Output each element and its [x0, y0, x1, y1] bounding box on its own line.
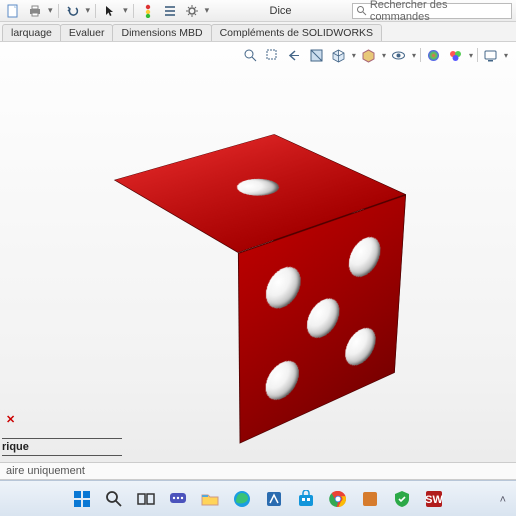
dropdown-caret[interactable]: ▾ [205, 5, 210, 16]
panel-label: rique [2, 438, 122, 456]
heads-up-toolbar: ▾ ▾ ▾ ▾ ▾ [242, 46, 508, 64]
ribbon-tabs: larquage Evaluer Dimensions MBD Compléme… [0, 22, 516, 42]
model-dice[interactable] [158, 179, 358, 379]
taskbar-app-explorer[interactable] [197, 486, 223, 512]
start-button[interactable] [69, 486, 95, 512]
system-tray-expand[interactable]: ˄ [500, 494, 506, 506]
status-bar: aire uniquement [0, 462, 516, 480]
dropdown-caret[interactable]: ▾ [352, 51, 356, 60]
options-list-button[interactable] [161, 2, 179, 20]
separator [95, 4, 96, 18]
rebuild-button[interactable] [139, 2, 157, 20]
taskbar-app-chat[interactable] [165, 486, 191, 512]
taskbar-app-chrome[interactable] [325, 486, 351, 512]
taskbar-app-misc[interactable] [357, 486, 383, 512]
taskbar-app-edge[interactable] [229, 486, 255, 512]
dropdown-caret[interactable]: ▾ [504, 51, 508, 60]
dropdown-caret[interactable]: ▾ [86, 5, 91, 16]
separator [477, 48, 478, 62]
select-tool[interactable] [101, 2, 119, 20]
zoom-fit-button[interactable] [242, 46, 260, 64]
solidworks-app: ▾ ▾ ▾ ▾ Dice Rechercher des commandes la… [0, 0, 516, 516]
dropdown-caret[interactable]: ▾ [382, 51, 386, 60]
dice-cube [172, 163, 336, 397]
taskbar-app-generic[interactable] [261, 486, 287, 512]
separator [420, 48, 421, 62]
tab-evaluer[interactable]: Evaluer [60, 24, 114, 41]
windows-taskbar: SW [0, 480, 516, 516]
view-settings-button[interactable] [482, 46, 500, 64]
search-placeholder: Rechercher des commandes [370, 0, 508, 23]
graphics-viewport[interactable]: ▾ ▾ ▾ ▾ ▾ [0, 42, 516, 516]
settings-gear-button[interactable] [183, 2, 201, 20]
tab-complements[interactable]: Compléments de SOLIDWORKS [211, 24, 382, 41]
tab-dimensions-mbd[interactable]: Dimensions MBD [112, 24, 211, 41]
new-file-button[interactable] [4, 2, 22, 20]
taskbar-app-security[interactable] [389, 486, 415, 512]
title-bar: ▾ ▾ ▾ ▾ Dice Rechercher des commandes [0, 0, 516, 22]
dropdown-caret[interactable]: ▾ [123, 5, 128, 16]
task-view-button[interactable] [133, 486, 159, 512]
apply-scene-button[interactable] [447, 46, 465, 64]
separator [58, 4, 59, 18]
search-taskbar-button[interactable] [101, 486, 127, 512]
taskbar-app-solidworks[interactable]: SW [421, 486, 447, 512]
svg-text:SW: SW [425, 494, 443, 506]
print-button[interactable] [26, 2, 44, 20]
dropdown-caret[interactable]: ▾ [469, 51, 473, 60]
previous-view-button[interactable] [286, 46, 304, 64]
close-icon[interactable]: ✕ [6, 414, 15, 426]
view-orientation-button[interactable] [330, 46, 348, 64]
tab-marquage[interactable]: larquage [2, 24, 61, 41]
zoom-area-button[interactable] [264, 46, 282, 64]
dropdown-caret[interactable]: ▾ [412, 51, 416, 60]
separator [133, 4, 134, 18]
document-title: Dice [213, 5, 348, 17]
display-style-button[interactable] [360, 46, 378, 64]
status-mode: aire uniquement [6, 465, 85, 477]
dropdown-caret[interactable]: ▾ [48, 5, 53, 16]
undo-button[interactable] [64, 2, 82, 20]
edit-appearance-button[interactable] [425, 46, 443, 64]
section-view-button[interactable] [308, 46, 326, 64]
taskbar-app-store[interactable] [293, 486, 319, 512]
command-search[interactable]: Rechercher des commandes [352, 3, 512, 19]
search-icon [356, 5, 367, 16]
feature-tree-hint: ✕ [6, 413, 15, 426]
hide-show-button[interactable] [390, 46, 408, 64]
